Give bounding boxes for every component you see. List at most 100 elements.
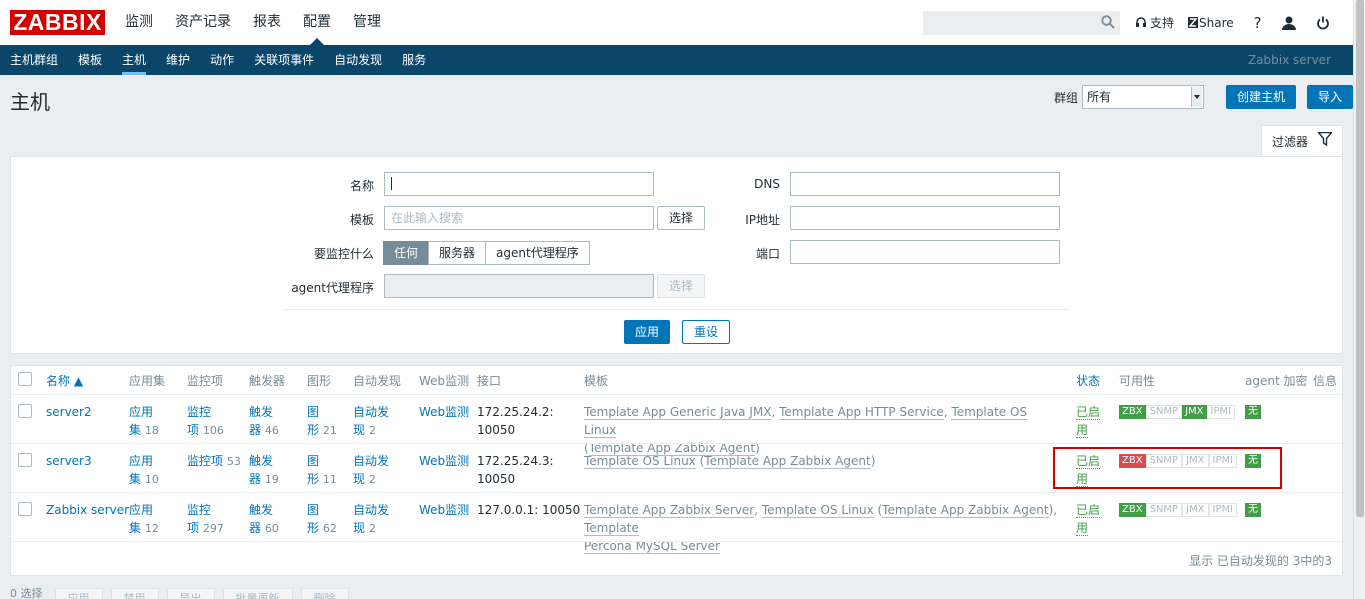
reset-filter-button[interactable]: 重设 (682, 320, 730, 344)
name-input[interactable] (384, 172, 654, 196)
status-link-2[interactable]: 用 (1076, 423, 1089, 438)
filter-tab[interactable]: 过滤器 (1261, 125, 1343, 157)
applications-link-2[interactable]: 集 (129, 472, 141, 486)
bulk-export-button[interactable]: 导出 (166, 588, 215, 599)
group-select[interactable]: 所有 (1082, 85, 1205, 109)
menu-monitoring[interactable]: 监测 (125, 0, 153, 45)
triggers-link[interactable]: 触发 (249, 503, 273, 517)
header-name[interactable]: 名称 ▲ (46, 372, 83, 389)
web-link[interactable]: Web监测 (419, 501, 469, 519)
template-link[interactable]: Template App HTTP Service (779, 405, 944, 420)
template-link[interactable]: Template App Generic Java JMX (584, 405, 772, 420)
search-icon[interactable] (1101, 15, 1115, 29)
items-link-2[interactable]: 项 (187, 423, 199, 437)
discovery-link[interactable]: 自动发 (353, 405, 389, 419)
submenu-host-groups[interactable]: 主机群组 (10, 45, 58, 75)
submenu-actions[interactable]: 动作 (210, 45, 234, 75)
web-link[interactable]: Web监测 (419, 403, 469, 421)
submenu-hosts[interactable]: 主机 (122, 45, 147, 75)
graphs-link-2[interactable]: 形 (307, 472, 319, 486)
status-link[interactable]: 已启 (1076, 503, 1101, 518)
header-status[interactable]: 状态 (1076, 372, 1100, 389)
bulk-enable-button[interactable]: 应用 (54, 588, 103, 599)
graphs-link-2[interactable]: 形 (307, 521, 319, 535)
template-link[interactable]: Template OS Linux (761, 503, 874, 518)
dns-input[interactable] (790, 172, 1060, 196)
row-checkbox[interactable] (18, 453, 32, 467)
applications-link[interactable]: 应用 (129, 454, 153, 468)
host-name-link[interactable]: server2 (46, 403, 92, 421)
discovery-link-2[interactable]: 现 (353, 472, 365, 486)
proxy-select-button: 选择 (657, 274, 705, 298)
port-input[interactable] (790, 240, 1060, 264)
applications-link[interactable]: 应用 (129, 503, 153, 517)
discovery-link[interactable]: 自动发 (353, 503, 389, 517)
items-link[interactable]: 监控 (187, 405, 211, 419)
template-link[interactable]: Template (584, 521, 639, 536)
applications-count: 10 (144, 473, 159, 486)
row-checkbox[interactable] (18, 502, 32, 516)
triggers-link-2[interactable]: 器 (249, 423, 261, 437)
discovery-count: 2 (368, 424, 376, 437)
items-link[interactable]: 监控项 (187, 454, 223, 468)
template-link[interactable]: Template App Zabbix Agent (882, 503, 1049, 518)
submenu-discovery[interactable]: 自动发现 (334, 45, 382, 75)
triggers-link-2[interactable]: 器 (249, 472, 261, 486)
template-link[interactable]: Template App Zabbix Server (584, 503, 755, 518)
bulk-disable-button[interactable]: 禁用 (110, 588, 159, 599)
graphs-link[interactable]: 图 (307, 405, 319, 419)
radio-any[interactable]: 任何 (383, 241, 430, 265)
import-button[interactable]: 导入 (1307, 85, 1354, 109)
bulk-delete-button[interactable]: 删除 (300, 588, 349, 599)
radio-server[interactable]: 服务器 (428, 241, 487, 265)
menu-administration[interactable]: 管理 (353, 0, 381, 45)
select-all-checkbox[interactable] (18, 372, 32, 386)
support-link[interactable]: 支持 (1135, 14, 1174, 31)
help-icon[interactable]: ? (1254, 14, 1262, 32)
triggers-link[interactable]: 触发 (249, 405, 273, 419)
logout-button[interactable] (1316, 16, 1330, 30)
submenu-maintenance[interactable]: 维护 (166, 45, 190, 75)
submenu-templates[interactable]: 模板 (78, 45, 102, 75)
bulk-update-button[interactable]: 批量更新 (222, 588, 293, 599)
status-link[interactable]: 已启 (1076, 405, 1101, 420)
share-link[interactable]: Share (1188, 16, 1234, 30)
ip-input[interactable] (790, 206, 1060, 230)
discovery-link[interactable]: 自动发 (353, 454, 389, 468)
triggers-link[interactable]: 触发 (249, 454, 273, 468)
submenu-services[interactable]: 服务 (402, 45, 426, 75)
create-host-button[interactable]: 创建主机 (1226, 85, 1297, 109)
template-link[interactable]: Template App Zabbix Agent (704, 454, 871, 469)
status-link-2[interactable]: 用 (1076, 521, 1089, 536)
applications-link-2[interactable]: 集 (129, 521, 141, 535)
page-scrollbar[interactable] (1353, 0, 1365, 599)
row-checkbox[interactable] (18, 404, 32, 418)
graphs-link-2[interactable]: 形 (307, 423, 319, 437)
user-profile-button[interactable] (1281, 16, 1296, 30)
items-link-2[interactable]: 项 (187, 521, 199, 535)
discovery-link-2[interactable]: 现 (353, 423, 365, 437)
host-name-link[interactable]: Zabbix server (46, 501, 129, 519)
submenu-correlation[interactable]: 关联项事件 (254, 45, 314, 75)
zabbix-logo[interactable]: ZABBIX (10, 10, 105, 35)
apply-filter-button[interactable]: 应用 (624, 320, 671, 344)
host-name-link[interactable]: server3 (46, 452, 92, 470)
graphs-link[interactable]: 图 (307, 454, 319, 468)
applications-link[interactable]: 应用 (129, 405, 153, 419)
applications-link-2[interactable]: 集 (129, 423, 141, 437)
menu-configuration[interactable]: 配置 (303, 0, 331, 45)
applications-count: 12 (144, 522, 159, 535)
menu-inventory[interactable]: 资产记录 (175, 0, 231, 45)
template-link[interactable]: Template OS Linux (584, 454, 696, 469)
radio-proxy[interactable]: agent代理程序 (485, 241, 590, 265)
menu-reports[interactable]: 报表 (253, 0, 281, 45)
global-search-input[interactable] (923, 11, 1120, 35)
triggers-link-2[interactable]: 器 (249, 521, 261, 535)
web-link[interactable]: Web监测 (419, 452, 469, 470)
template-input[interactable]: 在此输入搜索 (384, 206, 654, 230)
template-select-button[interactable]: 选择 (657, 206, 705, 230)
scrollbar-thumb[interactable] (1356, 0, 1364, 517)
items-link[interactable]: 监控 (187, 503, 211, 517)
graphs-link[interactable]: 图 (307, 503, 319, 517)
discovery-link-2[interactable]: 现 (353, 521, 365, 535)
